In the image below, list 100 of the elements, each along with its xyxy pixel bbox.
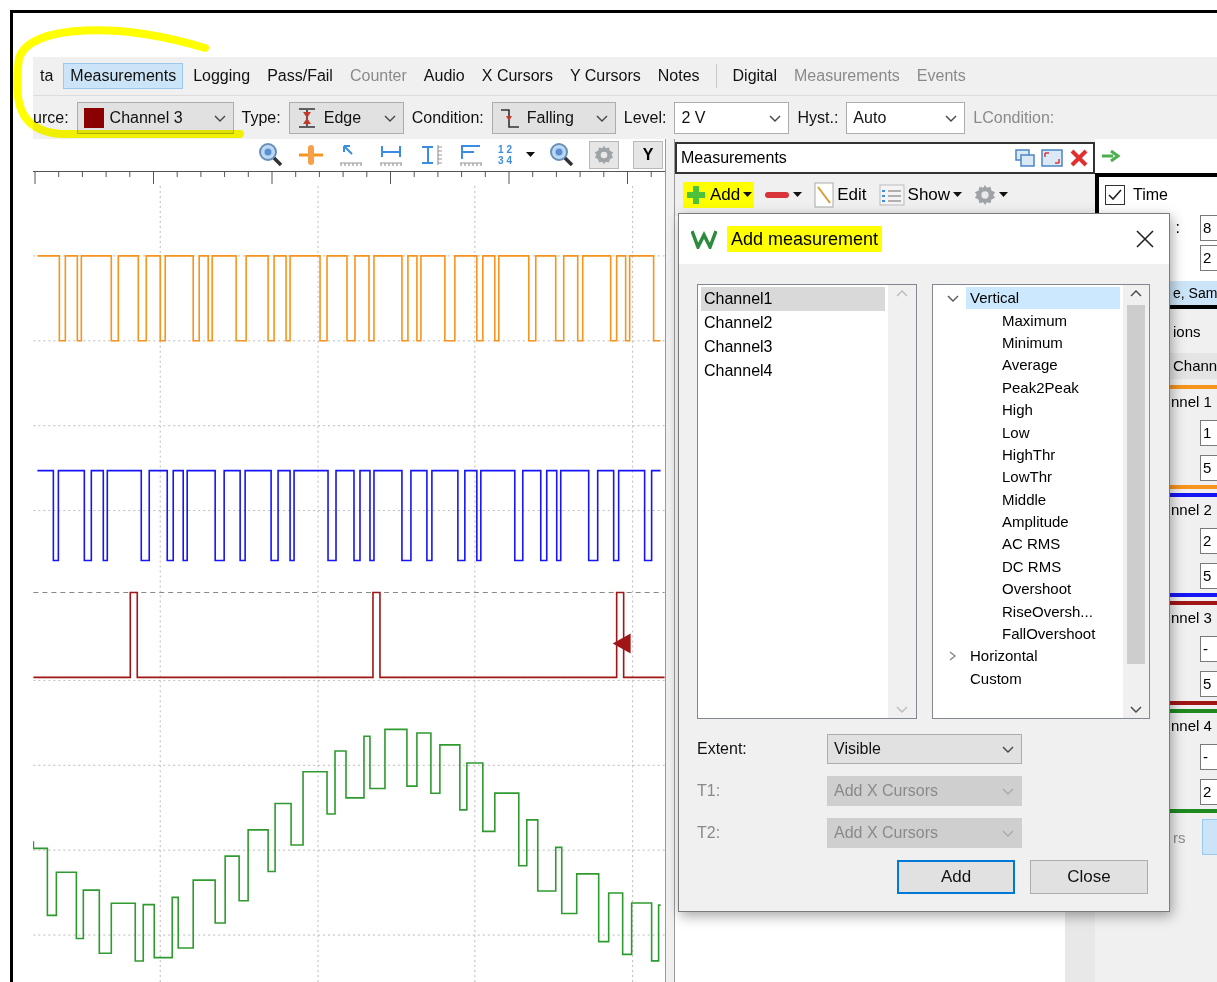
input-field[interactable]: - — [1200, 635, 1217, 662]
tree-item[interactable]: Average — [998, 354, 1058, 377]
field-label: T1: — [697, 782, 722, 800]
settings-button[interactable] — [589, 141, 619, 169]
app-logo-icon — [691, 229, 717, 249]
toolbar-button[interactable]: Edit — [812, 180, 869, 210]
dialog-button[interactable]: Close — [1030, 860, 1148, 894]
checkbox-label: Time — [1133, 186, 1168, 204]
tab[interactable]: X Cursors — [474, 63, 560, 89]
scroll-down-icon — [1129, 704, 1143, 714]
input-field[interactable]: 5 — [1200, 454, 1217, 481]
channel-label: nnel 4 — [1170, 716, 1213, 736]
tree-item[interactable]: Maximum — [998, 309, 1067, 332]
input-field[interactable]: 2 — [1200, 527, 1217, 554]
tree-item[interactable]: AC RMS — [998, 533, 1061, 556]
tab[interactable]: Notes — [650, 63, 707, 89]
field-label: Type: — [241, 108, 281, 127]
tree-item[interactable]: Middle — [998, 488, 1047, 511]
falling-edge-icon — [498, 106, 521, 129]
splitter[interactable] — [665, 139, 675, 982]
field-label: Level: — [623, 108, 667, 127]
cursor-cross-icon[interactable] — [298, 143, 325, 167]
restore-icon[interactable] — [1015, 149, 1035, 167]
zoom-fit-icon[interactable] — [549, 142, 575, 168]
tab[interactable]: Digital — [725, 63, 784, 89]
maximize-icon[interactable] — [1041, 149, 1063, 167]
input-field[interactable]: 5 — [1200, 670, 1217, 697]
checkbox[interactable] — [1105, 185, 1125, 205]
input-field[interactable]: - — [1200, 743, 1217, 770]
list-item[interactable]: Channel2 — [701, 311, 885, 335]
tree-item[interactable]: Low — [998, 421, 1030, 444]
level-measure-icon[interactable] — [458, 143, 485, 167]
field-label: : — [1175, 219, 1180, 237]
dropdown[interactable]: Edge — [288, 101, 404, 134]
chevron-down-icon — [1001, 828, 1015, 838]
input-field[interactable]: 1 — [1200, 419, 1217, 446]
channel-numbers-button[interactable]: 1 2 3 4 — [498, 144, 512, 166]
tab[interactable]: ta — [33, 63, 61, 89]
tab[interactable]: Measurements — [63, 63, 184, 89]
footer-label: rs — [1173, 828, 1186, 846]
dropdown[interactable]: Auto — [846, 101, 966, 134]
toolbar-button[interactable]: Show — [876, 182, 965, 208]
tab[interactable]: Audio — [416, 63, 472, 89]
panel-title: Measurements — [681, 149, 788, 167]
tab[interactable]: Logging — [186, 63, 258, 89]
scroll-up-icon — [895, 289, 909, 299]
list-icon — [878, 184, 905, 206]
tree-item[interactable]: LowThr — [998, 466, 1053, 489]
zoom-icon[interactable] — [258, 142, 285, 168]
close-icon[interactable] — [1135, 229, 1155, 249]
channel-label: nnel 3 — [1170, 608, 1213, 628]
tab[interactable]: Pass/Fail — [260, 63, 340, 89]
dialog-title: Add measurement — [727, 225, 883, 252]
field-label: Condition: — [411, 108, 484, 127]
tree-item[interactable]: RiseOversh... — [998, 600, 1093, 623]
tree-item[interactable]: Peak2Peak — [998, 376, 1079, 399]
tree-item[interactable]: DC RMS — [998, 555, 1062, 578]
expand-chevron-icon — [946, 293, 960, 304]
chevron-down-icon — [1001, 744, 1015, 754]
tab[interactable]: Y Cursors — [562, 63, 648, 89]
check-icon — [1108, 189, 1122, 201]
gear-icon[interactable] — [594, 145, 614, 165]
chevron-down-icon — [1001, 786, 1015, 796]
input-field[interactable]: 2 — [1200, 778, 1217, 805]
tree-item[interactable]: Vertical — [966, 287, 1120, 310]
list-item[interactable]: Channel3 — [701, 335, 885, 359]
tree-item[interactable]: Overshoot — [998, 578, 1072, 601]
caret-icon — [793, 192, 803, 198]
horizontal-measure-icon[interactable] — [378, 143, 405, 167]
add-icon — [685, 184, 707, 206]
input-field[interactable]: 8 — [1200, 215, 1217, 241]
y-axis-button[interactable]: Y — [633, 141, 663, 169]
toolbar-button[interactable]: Add — [683, 182, 755, 208]
caret-icon — [743, 192, 753, 198]
dropdown[interactable]: Visible — [827, 734, 1022, 764]
dialog-button[interactable]: Add — [897, 860, 1015, 894]
list-item[interactable]: Channel1 — [701, 287, 885, 311]
edit-icon — [814, 182, 835, 208]
tree-item[interactable]: Custom — [966, 667, 1022, 690]
tree-item[interactable]: Amplitude — [998, 511, 1069, 534]
channel-label: nnel 2 — [1170, 500, 1213, 520]
arrow-right-icon[interactable] — [1101, 150, 1121, 162]
remove-icon — [764, 190, 791, 200]
caret-icon — [999, 192, 1009, 198]
dropdown[interactable]: Falling — [491, 101, 616, 134]
field-label: Hyst.: — [797, 108, 839, 127]
scrollbar[interactable] — [888, 285, 916, 718]
tree-item[interactable]: FallOvershoot — [998, 623, 1096, 646]
tree-item[interactable]: Horizontal — [966, 645, 1038, 668]
section-label: ions — [1172, 321, 1202, 342]
input-field[interactable]: 5 — [1200, 562, 1217, 589]
field-label: T2: — [697, 824, 722, 842]
tree-item[interactable]: High — [998, 399, 1033, 422]
pointer-ruler-icon[interactable] — [338, 143, 365, 167]
input-field[interactable]: 2 — [1200, 245, 1217, 271]
dropdown[interactable]: 2 V — [674, 101, 790, 134]
list-item[interactable]: Channel4 — [701, 359, 885, 383]
scrollbar[interactable] — [1123, 285, 1149, 718]
tree-item[interactable]: HighThr — [998, 443, 1056, 466]
tree-item[interactable]: Minimum — [998, 331, 1063, 354]
